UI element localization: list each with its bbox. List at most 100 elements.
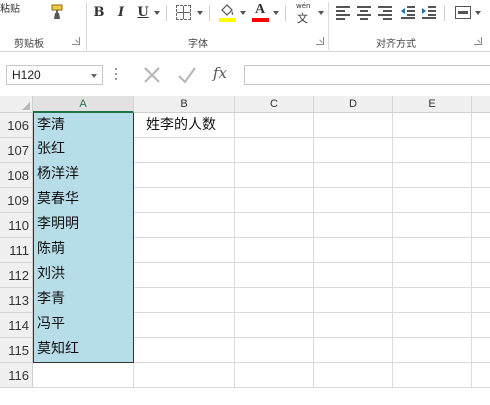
cell-b106[interactable]: 姓李的人数 [134,113,235,138]
cell-e113[interactable] [393,288,472,313]
column-header-d[interactable]: D [314,96,393,113]
cell-b115[interactable] [134,338,235,363]
cell-a109[interactable]: 莫春华 [33,187,134,213]
cell-e106[interactable] [393,113,472,138]
cell-f108[interactable] [472,163,490,188]
cell-d112[interactable] [314,263,393,288]
cell-a111[interactable]: 陈萌 [33,237,134,263]
cell-b112[interactable] [134,263,235,288]
formula-bar-grip[interactable] [115,67,118,81]
cell-c107[interactable] [235,138,314,163]
cell-e115[interactable] [393,338,472,363]
cell-c106[interactable] [235,113,314,138]
cell-b114[interactable] [134,313,235,338]
column-header-e[interactable]: E [393,96,472,113]
cell-a106[interactable]: 李清 [33,113,134,138]
cell-f112[interactable] [472,263,490,288]
cell-b116[interactable] [134,363,235,388]
cell-c115[interactable] [235,338,314,363]
row-header[interactable]: 111 [0,238,33,263]
cell-f111[interactable] [472,238,490,263]
cell-a116[interactable] [33,363,134,388]
row-header[interactable]: 113 [0,288,33,313]
cell-a113[interactable]: 李青 [33,287,134,313]
name-box[interactable]: H120 [6,65,103,85]
row-header[interactable]: 112 [0,263,33,288]
select-all-button[interactable] [0,96,33,113]
column-header-f[interactable] [472,96,490,113]
cell-f109[interactable] [472,188,490,213]
row-header[interactable]: 115 [0,338,33,363]
row-header[interactable]: 116 [0,363,33,388]
cell-d110[interactable] [314,213,393,238]
row-header[interactable]: 106 [0,113,33,138]
cancel-icon[interactable] [141,64,163,86]
alignment-launcher-icon[interactable] [474,37,482,45]
cell-c116[interactable] [235,363,314,388]
cell-d111[interactable] [314,238,393,263]
cell-e114[interactable] [393,313,472,338]
cell-f116[interactable] [472,363,490,388]
cell-a107[interactable]: 张红 [33,137,134,163]
name-box-value: H120 [12,68,41,82]
cell-b108[interactable] [134,163,235,188]
cell-e112[interactable] [393,263,472,288]
cell-c109[interactable] [235,188,314,213]
cell-e111[interactable] [393,238,472,263]
cell-d109[interactable] [314,188,393,213]
row-header[interactable]: 109 [0,188,33,213]
cell-e110[interactable] [393,213,472,238]
formula-input[interactable] [244,65,490,85]
row-header[interactable]: 114 [0,313,33,338]
cell-c111[interactable] [235,238,314,263]
decrease-indent-icon[interactable] [401,6,415,19]
cell-f107[interactable] [472,138,490,163]
cell-f106[interactable] [472,113,490,138]
cell-d107[interactable] [314,138,393,163]
cell-e108[interactable] [393,163,472,188]
cell-c114[interactable] [235,313,314,338]
align-left-icon[interactable] [336,6,350,20]
cell-b111[interactable] [134,238,235,263]
cell-a112[interactable]: 刘洪 [33,262,134,288]
increase-indent-icon[interactable] [422,6,436,19]
cell-b113[interactable] [134,288,235,313]
merge-dropdown-icon[interactable] [475,11,481,15]
cell-d116[interactable] [314,363,393,388]
name-box-dropdown-icon[interactable] [91,74,97,78]
cell-f113[interactable] [472,288,490,313]
cell-b110[interactable] [134,213,235,238]
align-right-icon[interactable] [378,6,392,20]
cell-a110[interactable]: 李明明 [33,212,134,238]
cell-e109[interactable] [393,188,472,213]
confirm-icon[interactable] [176,64,198,86]
cell-f114[interactable] [472,313,490,338]
cell-d114[interactable] [314,313,393,338]
align-center-icon[interactable] [357,6,371,20]
cell-f115[interactable] [472,338,490,363]
cell-b107[interactable] [134,138,235,163]
cell-a108[interactable]: 杨洋洋 [33,162,134,188]
column-header-c[interactable]: C [235,96,314,113]
row-header[interactable]: 107 [0,138,33,163]
cell-c110[interactable] [235,213,314,238]
cell-c108[interactable] [235,163,314,188]
row-header[interactable]: 110 [0,213,33,238]
cell-d108[interactable] [314,163,393,188]
cell-d106[interactable] [314,113,393,138]
cell-a114[interactable]: 冯平 [33,312,134,338]
cell-c112[interactable] [235,263,314,288]
cell-e107[interactable] [393,138,472,163]
cell-d115[interactable] [314,338,393,363]
cell-e116[interactable] [393,363,472,388]
insert-function-button[interactable]: fx [213,64,227,82]
column-header-b[interactable]: B [134,96,235,113]
column-header-a[interactable]: A [33,96,134,113]
cell-b109[interactable] [134,188,235,213]
merge-center-icon[interactable] [455,6,471,19]
row-header[interactable]: 108 [0,163,33,188]
cell-d113[interactable] [314,288,393,313]
cell-c113[interactable] [235,288,314,313]
cell-a115[interactable]: 莫知红 [33,337,134,363]
cell-f110[interactable] [472,213,490,238]
